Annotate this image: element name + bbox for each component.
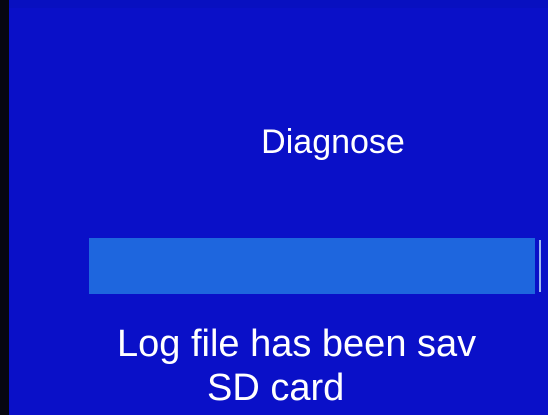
top-band [9, 0, 548, 8]
status-message-line-1: Log file has been sav [117, 323, 477, 365]
progress-edge [539, 240, 541, 292]
diagnose-screen: Diagnose Log file has been sav SD card [9, 0, 548, 415]
screen-title: Diagnose [261, 123, 405, 161]
diagnose-progress-bar [89, 238, 541, 294]
progress-fill [89, 238, 535, 294]
device-bezel [0, 0, 9, 415]
status-message-line-2: SD card [207, 367, 345, 409]
